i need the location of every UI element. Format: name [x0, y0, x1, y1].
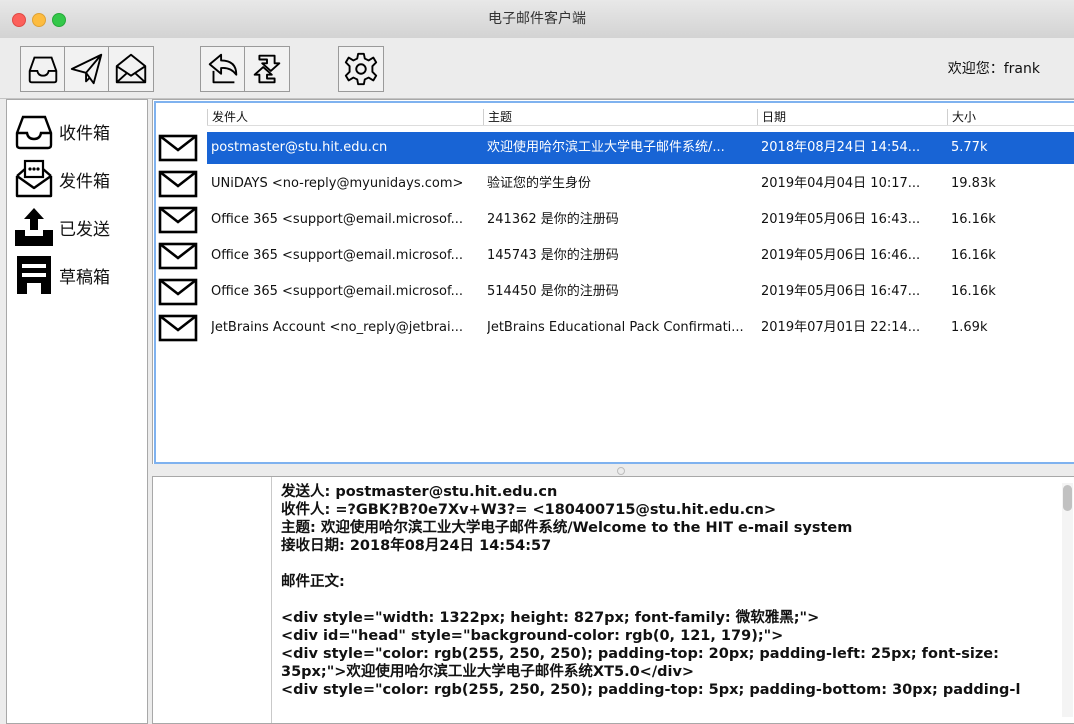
table-row[interactable]: Office 365 <support@email.microsof... 514…	[155, 274, 1074, 310]
mail-list[interactable]: 发件人 主题 日期 大小 postmaster@stu.hit.edu.cn 欢迎…	[152, 99, 1074, 466]
cell-size: 19.83k	[951, 176, 996, 191]
sidebar-item-drafts[interactable]: 草稿箱	[11, 254, 143, 296]
toolbar: 欢迎您：frank	[0, 38, 1074, 99]
inbox-button[interactable]	[20, 46, 66, 92]
refresh-icon	[253, 54, 281, 84]
sidebar-item-outbox[interactable]: 发件箱	[11, 158, 143, 200]
settings-icon	[344, 52, 378, 86]
sidebar-item-inbox[interactable]: 收件箱	[11, 110, 143, 152]
message-preview[interactable]: 发送人: postmaster@stu.hit.edu.cn 收件人: =?GB…	[152, 476, 1074, 724]
table-row[interactable]: postmaster@stu.hit.edu.cn 欢迎使用哈尔滨工业大学电子邮件…	[155, 130, 1074, 166]
open-mail-icon	[115, 53, 147, 84]
body-label: 邮件正文:	[281, 574, 345, 590]
sender-line: 发送人: postmaster@stu.hit.edu.cn	[281, 484, 558, 500]
cell-date: 2019年05月06日 16:47...	[761, 284, 921, 299]
cell-subject: 145743 是你的注册码	[487, 248, 619, 263]
preview-gutter	[153, 477, 272, 723]
cell-date: 2019年04月04日 10:17...	[761, 176, 921, 191]
window-title: 电子邮件客户端	[488, 11, 586, 27]
refresh-button[interactable]	[244, 46, 290, 92]
table-row[interactable]: UNiDAYS <no-reply@myunidays.com> 验证您的学生身份…	[155, 166, 1074, 202]
table-row[interactable]: Office 365 <support@email.microsof... 145…	[155, 238, 1074, 274]
welcome-label: 欢迎您：frank	[947, 61, 1040, 77]
cell-from: Office 365 <support@email.microsof...	[211, 284, 464, 299]
body-line: <div id="head" style="background-color: …	[281, 628, 784, 644]
column-header-subject[interactable]: 主题	[483, 109, 758, 125]
recipient-line: 收件人: =?GBK?B?0e7Xv+W3?= <180400715@stu.h…	[281, 502, 777, 518]
table-row[interactable]: Office 365 <support@email.microsof... 241…	[155, 202, 1074, 238]
open-mail-button[interactable]	[108, 46, 154, 92]
send-icon	[70, 53, 103, 85]
column-header-size[interactable]: 大小	[947, 109, 1072, 125]
settings-button[interactable]	[338, 46, 384, 92]
envelope-icon	[158, 206, 198, 234]
envelope-icon	[158, 278, 198, 306]
envelope-icon	[158, 134, 198, 162]
sidebar-item-label: 发件箱	[59, 171, 110, 192]
cell-size: 16.16k	[951, 212, 996, 227]
message-content: 发送人: postmaster@stu.hit.edu.cn 收件人: =?GB…	[281, 483, 1063, 699]
title-bar: 电子邮件客户端	[0, 0, 1074, 39]
envelope-icon	[158, 314, 198, 342]
cell-subject: 验证您的学生身份	[487, 176, 592, 191]
envelope-icon	[158, 170, 198, 198]
table-row[interactable]: JetBrains Account <no_reply@jetbrai... Je…	[155, 310, 1074, 346]
envelope-icon	[158, 242, 198, 270]
cell-subject: 514450 是你的注册码	[487, 284, 619, 299]
cell-from: UNiDAYS <no-reply@myunidays.com>	[211, 176, 464, 191]
cell-subject: JetBrains Educational Pack Confirmati...	[487, 320, 744, 335]
compose-button[interactable]	[64, 46, 110, 92]
preview-scrollbar[interactable]	[1062, 483, 1073, 717]
body-line: <div style="width: 1322px; height: 827px…	[281, 610, 820, 626]
cell-subject: 241362 是你的注册码	[487, 212, 619, 227]
column-header-from[interactable]: 发件人	[207, 109, 482, 125]
cell-date: 2019年05月06日 16:43...	[761, 212, 921, 227]
split-handle[interactable]	[617, 467, 625, 475]
outbox-icon	[15, 159, 53, 198]
cell-from: postmaster@stu.hit.edu.cn	[211, 140, 388, 155]
reply-icon	[208, 53, 238, 84]
table-header: 发件人 主题 日期 大小	[207, 109, 1074, 126]
inbox-icon	[15, 115, 53, 150]
cell-size: 16.16k	[951, 284, 996, 299]
cell-subject: 欢迎使用哈尔滨工业大学电子邮件系统/...	[487, 140, 725, 155]
body-line: <div style="color: rgb(255, 250, 250); p…	[281, 646, 999, 680]
subject-line: 主题: 欢迎使用哈尔滨工业大学电子邮件系统/Welcome to the HIT…	[281, 520, 853, 536]
reply-button[interactable]	[200, 46, 246, 92]
drafts-icon	[17, 256, 51, 294]
cell-size: 16.16k	[951, 248, 996, 263]
split-divider[interactable]	[152, 464, 1074, 476]
inbox-icon	[28, 56, 58, 84]
body-line: <div style="color: rgb(255, 250, 250); p…	[281, 682, 1021, 698]
cell-date: 2018年08月24日 14:54...	[761, 140, 921, 155]
cell-date: 2019年05月06日 16:46...	[761, 248, 921, 263]
sent-icon	[15, 208, 53, 246]
sidebar-item-sent[interactable]: 已发送	[11, 206, 143, 248]
cell-from: JetBrains Account <no_reply@jetbrai...	[211, 320, 464, 335]
sidebar-item-label: 草稿箱	[59, 267, 110, 288]
cell-from: Office 365 <support@email.microsof...	[211, 212, 464, 227]
cell-size: 5.77k	[951, 140, 988, 155]
received-date-line: 接收日期: 2018年08月24日 14:54:57	[281, 538, 552, 554]
sidebar-item-label: 已发送	[59, 219, 110, 240]
scrollbar-thumb[interactable]	[1063, 485, 1072, 511]
cell-date: 2019年07月01日 22:14...	[761, 320, 921, 335]
cell-size: 1.69k	[951, 320, 988, 335]
sidebar-item-label: 收件箱	[59, 123, 110, 144]
sidebar: 收件箱 发件箱 已发送 草稿箱	[6, 99, 148, 724]
column-header-date[interactable]: 日期	[757, 109, 948, 125]
cell-from: Office 365 <support@email.microsof...	[211, 248, 464, 263]
